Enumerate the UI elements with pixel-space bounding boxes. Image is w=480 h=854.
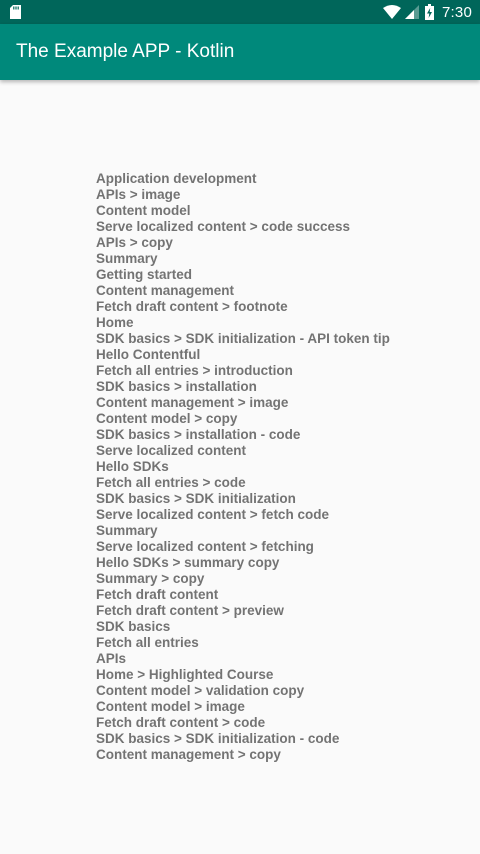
list-item[interactable]: Content model > image <box>96 699 390 715</box>
list-item[interactable]: SDK basics > SDK initialization <box>96 491 390 507</box>
list-item[interactable]: Home > Highlighted Course <box>96 667 390 683</box>
list-item[interactable]: SDK basics > installation <box>96 379 390 395</box>
list-item[interactable]: Fetch draft content <box>96 587 390 603</box>
list-item[interactable]: Fetch draft content > footnote <box>96 299 390 315</box>
list-item[interactable]: Hello Contentful <box>96 347 390 363</box>
list-item[interactable]: APIs <box>96 651 390 667</box>
list-item[interactable]: Serve localized content > code success <box>96 219 390 235</box>
list-item[interactable]: Summary > copy <box>96 571 390 587</box>
list-item[interactable]: Summary <box>96 523 390 539</box>
list-item[interactable]: Fetch all entries > introduction <box>96 363 390 379</box>
list-item[interactable]: APIs > image <box>96 187 390 203</box>
list-item[interactable]: Fetch draft content > preview <box>96 603 390 619</box>
list-item[interactable]: Content model > validation copy <box>96 683 390 699</box>
battery-charging-icon <box>425 4 434 20</box>
list-item[interactable]: Content management > copy <box>96 747 390 763</box>
list-item[interactable]: Fetch draft content > code <box>96 715 390 731</box>
list-item[interactable]: Content model <box>96 203 390 219</box>
entries-list: Application development APIs > image Conte… <box>96 171 390 763</box>
signal-icon <box>405 5 419 19</box>
list-item[interactable]: SDK basics > SDK initialization - code <box>96 731 390 747</box>
list-item[interactable]: Fetch all entries <box>96 635 390 651</box>
app-bar: The Example APP - Kotlin <box>0 24 480 80</box>
list-item[interactable]: SDK basics > SDK initialization - API to… <box>96 331 390 347</box>
list-item[interactable]: APIs > copy <box>96 235 390 251</box>
list-item[interactable]: Hello SDKs > summary copy <box>96 555 390 571</box>
main-content: Application development APIs > image Conte… <box>0 80 480 854</box>
list-item[interactable]: Content management <box>96 283 390 299</box>
list-item[interactable]: Getting started <box>96 267 390 283</box>
list-item[interactable]: SDK basics <box>96 619 390 635</box>
list-item[interactable]: Summary <box>96 251 390 267</box>
list-item[interactable]: Content management > image <box>96 395 390 411</box>
status-bar: 7:30 <box>0 0 480 24</box>
list-item[interactable]: SDK basics > installation - code <box>96 427 390 443</box>
app-title: The Example APP - Kotlin <box>16 41 235 62</box>
list-item[interactable]: Home <box>96 315 390 331</box>
list-item[interactable]: Content model > copy <box>96 411 390 427</box>
wifi-icon <box>383 5 401 19</box>
list-item[interactable]: Serve localized content <box>96 443 390 459</box>
status-clock: 7:30 <box>442 3 472 21</box>
list-item[interactable]: Serve localized content > fetching <box>96 539 390 555</box>
list-item[interactable]: Hello SDKs <box>96 459 390 475</box>
sd-card-icon <box>10 5 21 19</box>
list-item[interactable]: Fetch all entries > code <box>96 475 390 491</box>
list-item[interactable]: Application development <box>96 171 390 187</box>
status-icons: 7:30 <box>383 0 472 24</box>
list-item[interactable]: Serve localized content > fetch code <box>96 507 390 523</box>
